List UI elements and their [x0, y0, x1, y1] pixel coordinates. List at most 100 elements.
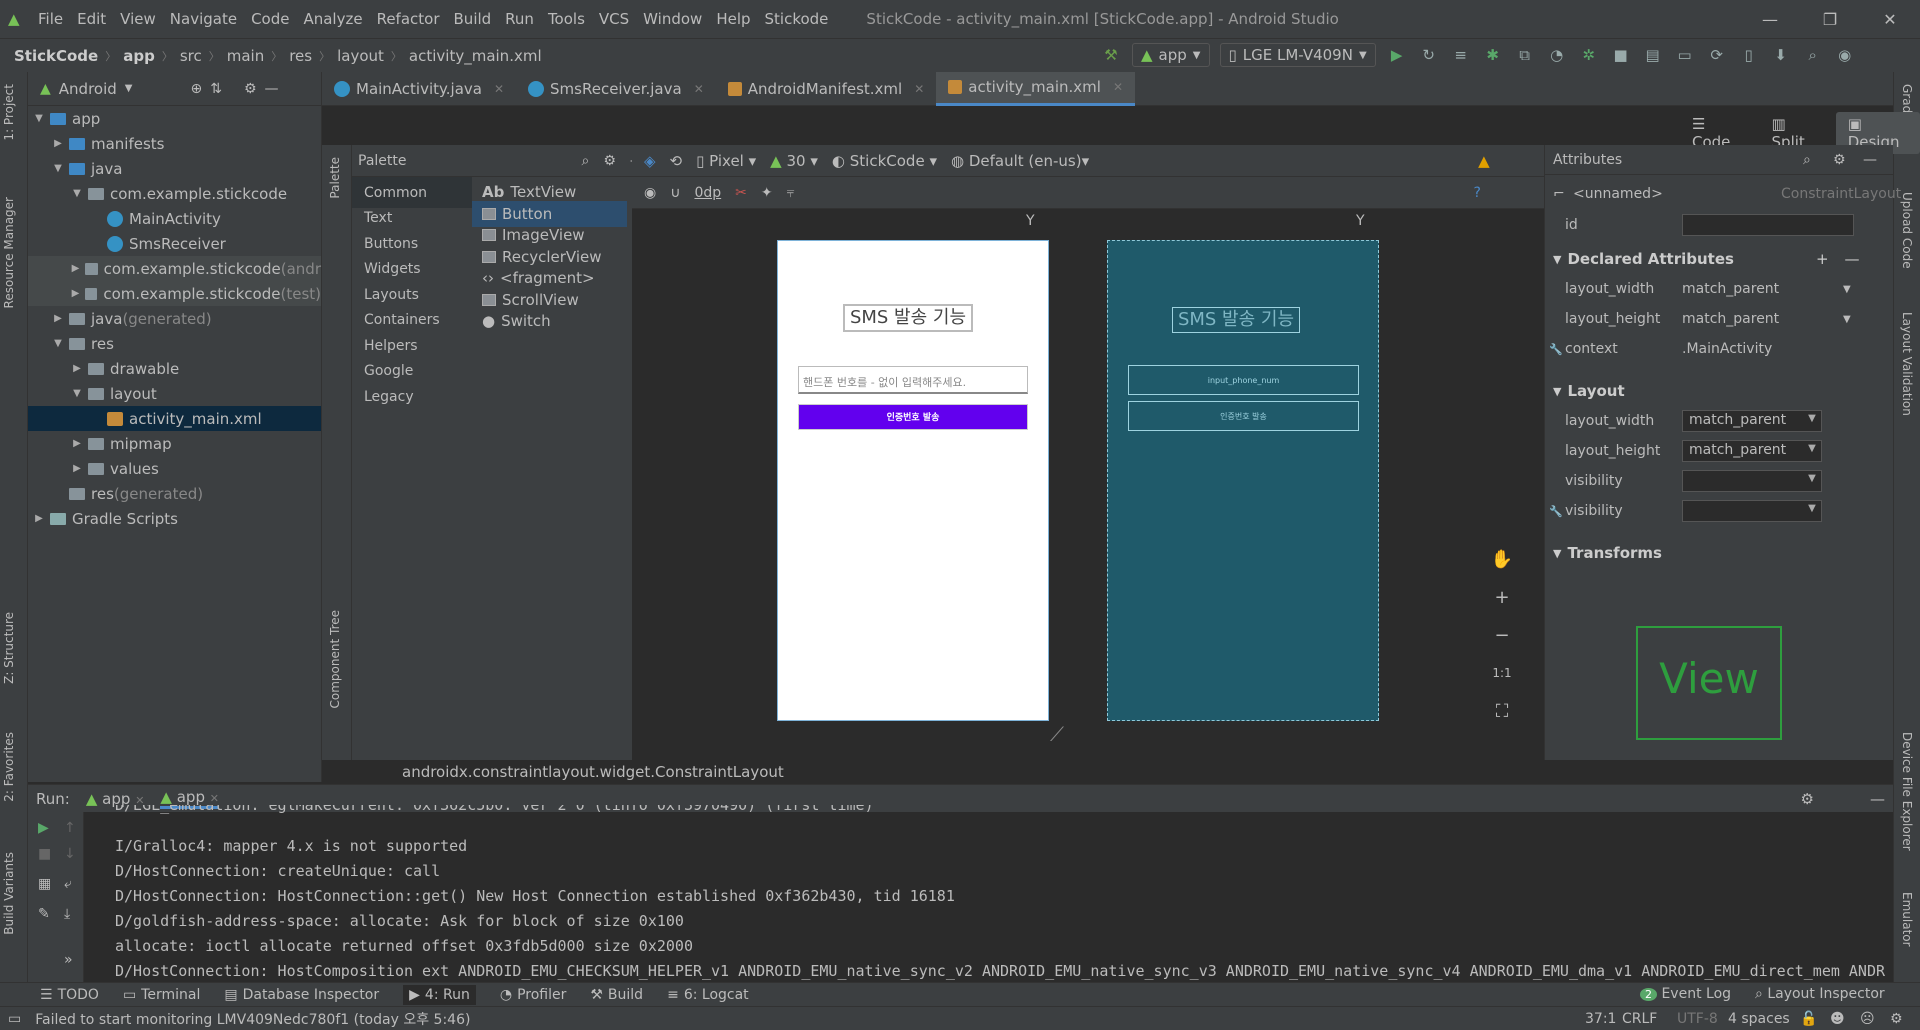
- hide-panel-icon[interactable]: —: [265, 81, 279, 97]
- hide-panel-icon[interactable]: —: [1870, 790, 1885, 808]
- warning-icon[interactable]: ▲: [1478, 152, 1490, 170]
- locale-select[interactable]: ◍ Default (en-us)▾: [951, 152, 1089, 170]
- status-message[interactable]: Failed to start monitoring LMV409Nedc780…: [35, 1009, 470, 1029]
- chevron-right-icon[interactable]: ▶: [70, 438, 84, 449]
- close-icon[interactable]: ✕: [694, 82, 704, 96]
- menu-item-build[interactable]: Build: [454, 10, 492, 28]
- layout-icon[interactable]: ▦: [38, 876, 51, 892]
- chevron-down-icon[interactable]: ▼: [51, 163, 65, 174]
- blueprint-preview[interactable]: SMS 발송 기능 input_phone_num 인증번호 발송: [1107, 240, 1379, 721]
- profile-icon[interactable]: ◔: [1546, 44, 1568, 66]
- run-icon[interactable]: ▶: [1386, 44, 1408, 66]
- status-icon[interactable]: ▭: [8, 1011, 21, 1027]
- chevron-down-icon[interactable]: ▼: [70, 388, 84, 399]
- palette-category[interactable]: Legacy: [352, 381, 472, 412]
- theme-select[interactable]: ◐ StickCode ▾: [832, 152, 937, 170]
- device-manager-icon[interactable]: ▯: [1738, 44, 1760, 66]
- tree-item[interactable]: ▼ app: [28, 106, 321, 131]
- layers-icon[interactable]: ◈: [644, 152, 656, 170]
- side-tab-device-file-explorer[interactable]: Device File Explorer: [1900, 732, 1914, 851]
- chevron-right-icon[interactable]: ▶: [51, 138, 65, 149]
- device-select[interactable]: ▯ Pixel ▾: [696, 152, 756, 170]
- id-field[interactable]: [1682, 214, 1854, 236]
- side-tab-emulator[interactable]: Emulator: [1900, 892, 1914, 947]
- tree-item[interactable]: ▶ values: [28, 456, 321, 481]
- menu-item-help[interactable]: Help: [716, 10, 750, 28]
- project-view-select[interactable]: Android: [59, 80, 117, 98]
- side-tab-upload-code[interactable]: Upload Code: [1900, 192, 1914, 269]
- scroll-up-icon[interactable]: ↑: [64, 820, 76, 836]
- locate-icon[interactable]: ⊕: [190, 81, 202, 97]
- chevron-right-icon[interactable]: ▶: [70, 263, 81, 274]
- breadcrumb-item[interactable]: activity_main.xml: [409, 47, 542, 65]
- add-attribute-icon[interactable]: +: [1816, 250, 1829, 268]
- close-icon[interactable]: ✕: [914, 82, 924, 96]
- sync-gradle-icon[interactable]: ⟳: [1706, 44, 1728, 66]
- attribute-value-field[interactable]: ▼: [1682, 470, 1822, 492]
- search-icon[interactable]: ⌕: [1802, 44, 1824, 66]
- tree-item[interactable]: ▼ layout: [28, 381, 321, 406]
- editor-tab[interactable]: AndroidManifest.xml ✕: [716, 72, 937, 106]
- scroll-to-end-icon[interactable]: ⤓: [64, 906, 70, 922]
- tree-item[interactable]: ▶ Gradle Scripts: [28, 506, 321, 531]
- editor-tab[interactable]: SmsReceiver.java ✕: [516, 72, 716, 106]
- apply-changes-icon[interactable]: ≡: [1450, 44, 1472, 66]
- breadcrumb-item[interactable]: layout: [337, 47, 384, 65]
- tool-window-database-inspector[interactable]: ▤ Database Inspector: [224, 987, 379, 1003]
- breadcrumb-item[interactable]: src: [180, 47, 202, 65]
- attach-profiler-icon[interactable]: ✲: [1578, 44, 1600, 66]
- indent-setting[interactable]: 4 spaces: [1728, 1011, 1790, 1027]
- side-tab-build-variants[interactable]: Build Variants: [2, 852, 16, 935]
- remove-attribute-icon[interactable]: —: [1845, 250, 1860, 268]
- stop-icon[interactable]: ■: [38, 846, 51, 862]
- attribute-value[interactable]: match_parent: [1682, 281, 1779, 297]
- tree-item[interactable]: ▶ com.example.stickcode (test): [28, 281, 321, 306]
- happy-face-icon[interactable]: ☻: [1830, 1011, 1845, 1027]
- chevron-right-icon[interactable]: ▶: [51, 313, 65, 324]
- gear-icon[interactable]: ⚙: [1801, 790, 1814, 808]
- menu-item-run[interactable]: Run: [505, 10, 534, 28]
- pan-icon[interactable]: ✋: [1488, 545, 1516, 573]
- side-tab-layout-validation[interactable]: Layout Validation: [1900, 312, 1914, 416]
- layout-section[interactable]: ▼ Layout: [1545, 376, 1875, 406]
- menu-item-view[interactable]: View: [120, 10, 156, 28]
- tool-window-terminal[interactable]: ▭ Terminal: [123, 987, 200, 1003]
- preview-phone-input[interactable]: 핸드폰 번호를 - 없이 입력해주세요.: [798, 366, 1028, 394]
- chevron-down-icon[interactable]: ▼: [1843, 284, 1851, 295]
- tree-item[interactable]: ▶ com.example.stickcode (andr: [28, 256, 321, 281]
- attribute-value-field[interactable]: match_parent ▼: [1682, 440, 1822, 462]
- design-preview[interactable]: SMS 발송 기능 핸드폰 번호를 - 없이 입력해주세요. 인증번호 발송: [777, 240, 1049, 721]
- collapse-all-icon[interactable]: ⇅: [210, 81, 222, 97]
- close-icon[interactable]: ✕: [1113, 80, 1123, 94]
- chevron-down-icon[interactable]: ▼: [1803, 503, 1821, 519]
- menu-item-edit[interactable]: Edit: [77, 10, 106, 28]
- memory-icon[interactable]: ⚙: [1890, 1011, 1903, 1027]
- blueprint-phone-input[interactable]: input_phone_num: [1128, 365, 1359, 395]
- tree-item[interactable]: ▼ java: [28, 156, 321, 181]
- chevron-down-icon[interactable]: ▼: [1803, 413, 1821, 429]
- eye-icon[interactable]: ◉: [644, 185, 656, 201]
- clear-constraints-icon[interactable]: ✂: [735, 185, 747, 201]
- maximize-icon[interactable]: ❐: [1800, 0, 1860, 38]
- menu-item-analyze[interactable]: Analyze: [303, 10, 362, 28]
- attribute-value-field[interactable]: match_parent ▼: [1682, 410, 1822, 432]
- menu-item-refactor[interactable]: Refactor: [377, 10, 440, 28]
- scroll-down-icon[interactable]: ↓: [64, 846, 76, 862]
- component-tree-side-tab[interactable]: Component Tree: [328, 610, 342, 708]
- breadcrumb-item[interactable]: res: [289, 47, 312, 65]
- preview-send-button[interactable]: 인증번호 발송: [798, 404, 1028, 430]
- preview-title-text[interactable]: SMS 발송 기능: [843, 304, 973, 332]
- chevron-down-icon[interactable]: ▼: [125, 83, 133, 94]
- tree-item[interactable]: ▶ drawable: [28, 356, 321, 381]
- attribute-value[interactable]: .MainActivity: [1682, 341, 1772, 357]
- chevron-right-icon[interactable]: ▶: [70, 463, 84, 474]
- tree-item[interactable]: ▶ manifests: [28, 131, 321, 156]
- menu-item-navigate[interactable]: Navigate: [170, 10, 237, 28]
- run-config-select[interactable]: ▲ app ▼: [1132, 43, 1210, 67]
- breadcrumb-item[interactable]: main: [227, 47, 264, 65]
- event-log-button[interactable]: 2 Event Log: [1640, 986, 1731, 1002]
- blueprint-title-text[interactable]: SMS 발송 기능: [1172, 307, 1300, 333]
- tree-item[interactable]: res (generated): [28, 481, 321, 506]
- zoom-fit-icon[interactable]: ⛶: [1488, 697, 1516, 725]
- breadcrumb-item[interactable]: app: [123, 47, 155, 65]
